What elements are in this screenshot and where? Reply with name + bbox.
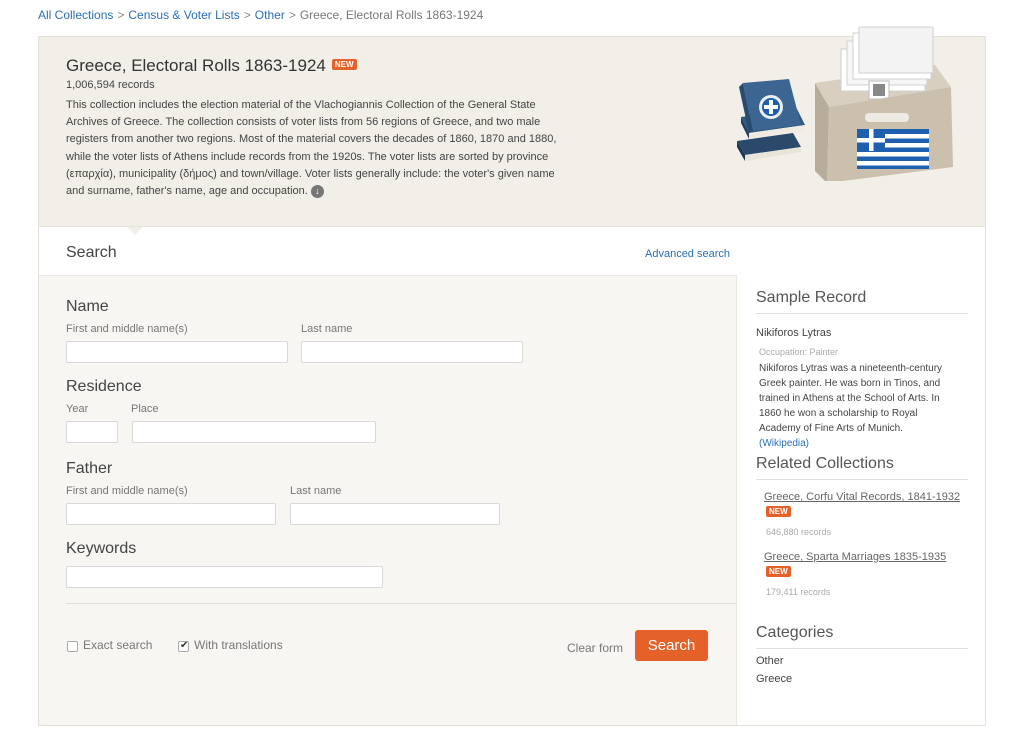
with-translations-checkbox[interactable] [178, 640, 189, 652]
category-link-greece[interactable]: Greece [756, 673, 792, 685]
exact-search-label: Exact search [83, 638, 153, 652]
greek-flag-icon [857, 129, 929, 169]
new-badge: NEW [766, 506, 791, 517]
father-last-label: Last name [290, 485, 342, 497]
first-name-input[interactable] [66, 341, 288, 363]
breadcrumb-census-voter-lists[interactable]: Census & Voter Lists [128, 8, 239, 22]
search-form: Name First and middle name(s) Last name … [39, 275, 737, 725]
breadcrumb-separator: > [288, 8, 296, 22]
description-text: This collection includes the election ma… [66, 99, 557, 198]
name-first-label: First and middle name(s) [66, 323, 188, 335]
sample-record-text: Nikiforos Lytras was a nineteenth-centur… [759, 363, 943, 434]
new-badge: NEW [766, 566, 791, 577]
breadcrumb: All Collections > Census & Voter Lists > Oth… [38, 8, 483, 22]
collection-description: This collection includes the election ma… [66, 97, 566, 200]
residence-heading: Residence [66, 378, 142, 395]
father-last-name-input[interactable] [290, 503, 500, 525]
keywords-input[interactable] [66, 566, 383, 588]
new-badge: NEW [331, 59, 357, 71]
tab-notch [127, 227, 143, 235]
last-name-input[interactable] [301, 341, 523, 363]
related-collection-count: 179,411 records [766, 587, 831, 597]
related-collection-count: 646,880 records [766, 527, 832, 537]
related-collections-heading: Related Collections [756, 455, 968, 480]
collection-page: Greece, Electoral Rolls 1863-1924 NEW 1,0… [38, 26, 986, 726]
sample-record-heading: Sample Record [756, 289, 968, 314]
page-title: Greece, Electoral Rolls 1863-1924 NEW [66, 56, 357, 76]
search-heading: Search [66, 244, 117, 261]
name-heading: Name [66, 298, 109, 315]
residence-year-input[interactable] [66, 421, 118, 443]
wikipedia-link[interactable]: (Wikipedia) [759, 438, 809, 449]
sample-record-description: Nikiforos Lytras was a nineteenth-centur… [759, 361, 959, 451]
father-first-name-input[interactable] [66, 503, 276, 525]
category-link-other[interactable]: Other [756, 655, 784, 667]
clear-form-link[interactable]: Clear form [567, 641, 623, 655]
read-more-icon[interactable]: ↓ [310, 184, 324, 198]
breadcrumb-separator: > [117, 8, 125, 22]
related-collection-link[interactable]: Greece, Corfu Vital Records, 1841-1932 [764, 491, 960, 503]
categories-heading: Categories [756, 624, 968, 649]
breadcrumb-separator: > [243, 8, 251, 22]
sample-record-name: Nikiforos Lytras [756, 327, 832, 339]
form-divider [66, 603, 736, 604]
exact-search-checkbox[interactable] [67, 641, 78, 652]
related-collection-link[interactable]: Greece, Sparta Marriages 1835-1935 [764, 551, 946, 563]
residence-place-label: Place [131, 403, 159, 415]
book-icon [737, 79, 805, 161]
collection-title: Greece, Electoral Rolls 1863-1924 [66, 56, 326, 75]
collection-header: Greece, Electoral Rolls 1863-1924 NEW 1,0… [39, 26, 985, 227]
search-button[interactable]: Search [635, 630, 708, 661]
name-last-label: Last name [301, 323, 353, 335]
father-first-label: First and middle name(s) [66, 485, 188, 497]
breadcrumb-all-collections[interactable]: All Collections [38, 8, 113, 22]
record-count: 1,006,594 records [66, 79, 155, 91]
with-translations-label: With translations [194, 638, 283, 652]
father-heading: Father [66, 460, 113, 477]
sample-record-occupation: Occupation: Painter [759, 347, 839, 357]
advanced-search-link[interactable]: Advanced search [645, 248, 730, 260]
residence-year-label: Year [66, 403, 89, 415]
collection-illustration [737, 26, 953, 181]
keywords-heading: Keywords [66, 540, 137, 557]
residence-place-input[interactable] [132, 421, 376, 443]
breadcrumb-current: Greece, Electoral Rolls 1863-1924 [299, 8, 484, 22]
archive-box-icon [815, 26, 953, 181]
breadcrumb-other[interactable]: Other [255, 8, 285, 22]
